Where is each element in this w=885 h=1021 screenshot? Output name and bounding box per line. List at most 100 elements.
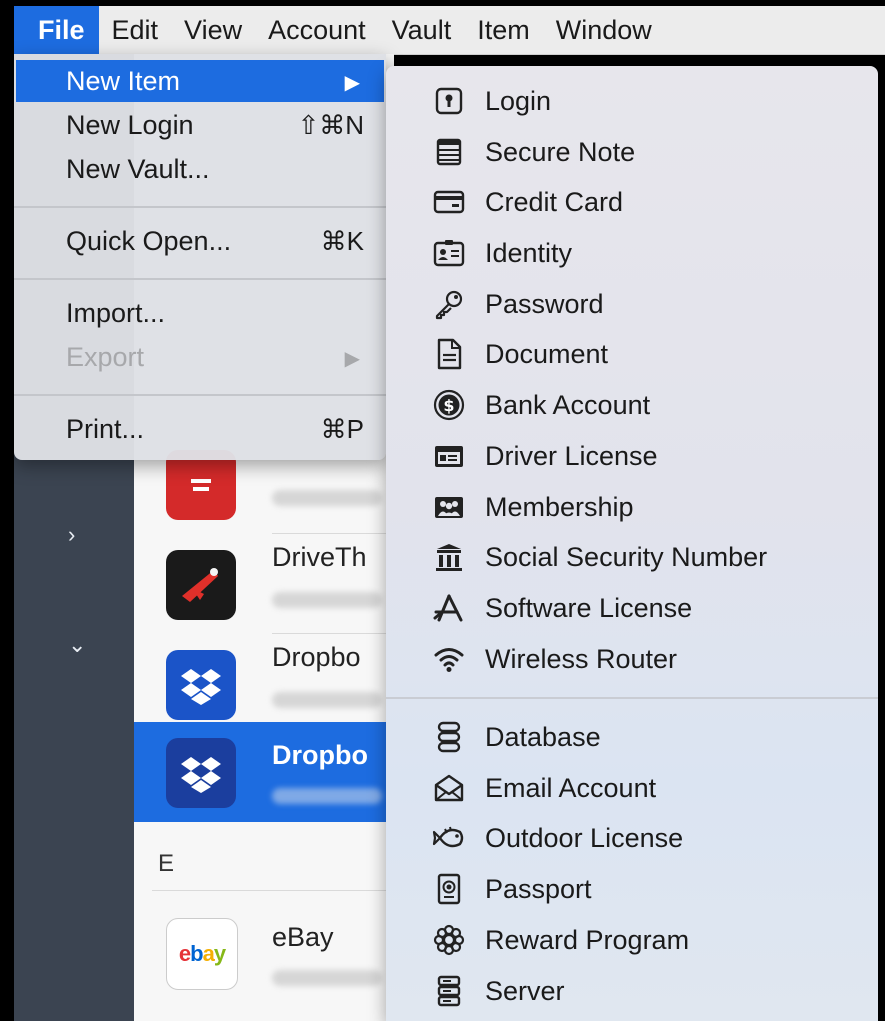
menu-window[interactable]: Window (543, 6, 665, 54)
menu-item-software-license[interactable]: Software License (386, 586, 878, 632)
dropbox-icon (166, 650, 236, 720)
menu-item-label: Document (485, 339, 609, 369)
item-subtitle-blurred (272, 788, 382, 804)
list-item-selected[interactable]: Dropbo (134, 722, 394, 822)
menu-separator (386, 697, 878, 699)
menu-item-label: Secure Note (485, 137, 636, 167)
shortcut-label: ⇧⌘N (297, 110, 364, 140)
menu-separator (14, 278, 386, 280)
server-icon (432, 974, 466, 1008)
menu-item-label: Wireless Router (485, 644, 678, 674)
menu-item-label: Social Security Number (485, 542, 768, 572)
menu-item-label: Reward Program (485, 925, 690, 955)
menu-edit[interactable]: Edit (99, 6, 172, 54)
menu-item-document[interactable]: Document (386, 332, 878, 378)
chevron-right-icon[interactable]: › (68, 522, 75, 548)
password-key-icon (432, 287, 466, 321)
dropbox-icon (166, 738, 236, 808)
menu-item[interactable]: Item (464, 6, 543, 54)
software-license-icon (432, 591, 466, 625)
menu-item-identity[interactable]: Identity (386, 231, 878, 277)
menu-item-credit-card[interactable]: Credit Card (386, 180, 878, 226)
menu-item-outdoor-license[interactable]: Outdoor License (386, 816, 878, 862)
menu-item-server[interactable]: Server (386, 969, 878, 1015)
menu-item-print[interactable]: Print... ⌘P (16, 408, 384, 450)
menu-item-label: Database (485, 722, 601, 752)
menu-item-password[interactable]: Password (386, 282, 878, 328)
menu-item-email-account[interactable]: Email Account (386, 766, 878, 812)
menu-item-quick-open[interactable]: Quick Open... ⌘K (16, 220, 384, 262)
menu-account[interactable]: Account (255, 6, 379, 54)
menu-item-membership[interactable]: Membership (386, 485, 878, 531)
menu-vault[interactable]: Vault (379, 6, 465, 54)
file-menu: New Item ▶ New Login ⇧⌘N New Vault... Qu… (14, 54, 386, 460)
secure-note-icon (432, 135, 466, 169)
red-app-icon (166, 450, 236, 520)
item-subtitle-blurred (272, 970, 382, 986)
submenu-arrow-icon: ▶ (344, 348, 360, 370)
menu-item-label: Login (485, 86, 552, 116)
submenu-arrow-icon: ▶ (344, 72, 360, 94)
list-item[interactable]: Dropbo (134, 634, 394, 734)
item-title: eBay (272, 922, 334, 952)
menu-item-label: Driver License (485, 441, 658, 471)
menu-bar: File Edit View Account Vault Item Window (14, 6, 885, 55)
item-title: DriveTh (272, 542, 367, 572)
menu-item-label: Outdoor License (485, 823, 684, 853)
menu-item-label: Membership (485, 492, 634, 522)
menu-item-label: Software License (485, 593, 693, 623)
shortcut-label: ⌘K (320, 226, 364, 256)
menu-item-wireless-router[interactable]: Wireless Router (386, 637, 878, 683)
menu-item-bank-account[interactable]: $ Bank Account (386, 383, 878, 429)
item-title: Dropbo (272, 740, 368, 770)
menu-item-import[interactable]: Import... (16, 292, 384, 334)
menu-item-new-login[interactable]: New Login ⇧⌘N (16, 104, 384, 146)
menu-item-database[interactable]: Database (386, 715, 878, 761)
menu-separator (14, 206, 386, 208)
list-item[interactable]: DriveTh (134, 534, 394, 634)
passport-icon (432, 872, 466, 906)
menu-item-login[interactable]: Login (386, 79, 878, 125)
menu-item-driver-license[interactable]: Driver License (386, 434, 878, 480)
menu-item-label: Server (485, 976, 565, 1006)
menu-item-new-item[interactable]: New Item ▶ (16, 60, 384, 102)
menu-item-label: New Item (66, 66, 181, 96)
reward-program-icon (432, 923, 466, 957)
database-icon (432, 720, 466, 754)
chevron-down-icon[interactable]: ⌄ (68, 632, 86, 658)
menu-item-label: Quick Open... (66, 226, 232, 256)
wifi-icon (432, 642, 466, 676)
email-account-icon (432, 771, 466, 805)
menu-separator (14, 394, 386, 396)
menu-item-export: Export ▶ (16, 336, 384, 378)
menu-item-label: Password (485, 289, 604, 319)
menu-item-label: New Login (66, 110, 194, 140)
credit-card-icon (432, 185, 466, 219)
menu-item-label: Passport (485, 874, 592, 904)
menu-view[interactable]: View (171, 6, 255, 54)
item-subtitle-blurred (272, 592, 382, 608)
membership-icon (432, 490, 466, 524)
svg-text:$: $ (443, 396, 454, 415)
menu-item-reward-program[interactable]: Reward Program (386, 918, 878, 964)
menu-item-label: Import... (66, 298, 166, 328)
item-subtitle-blurred (272, 692, 382, 708)
menu-item-label: Email Account (485, 773, 657, 803)
menu-item-secure-note[interactable]: Secure Note (386, 130, 878, 176)
driver-license-icon (432, 439, 466, 473)
login-icon (432, 84, 466, 118)
bank-account-icon: $ (432, 388, 466, 422)
list-item[interactable]: ebay eBay (134, 904, 394, 1004)
menu-file[interactable]: File (14, 6, 99, 54)
section-header: E (158, 850, 175, 877)
shortcut-label: ⌘P (320, 414, 364, 444)
menu-item-label: Identity (485, 238, 573, 268)
new-item-submenu: Login Secure Note Credit Card Identity P… (386, 66, 878, 1021)
menu-item-new-vault[interactable]: New Vault... (16, 148, 384, 190)
menu-item-social-security-number[interactable]: Social Security Number (386, 535, 878, 581)
ebay-logo: ebay (178, 941, 226, 966)
menu-item-label: Bank Account (485, 390, 651, 420)
menu-item-passport[interactable]: Passport (386, 867, 878, 913)
drivethru-icon (166, 550, 236, 620)
menu-item-label: Export (66, 342, 145, 372)
